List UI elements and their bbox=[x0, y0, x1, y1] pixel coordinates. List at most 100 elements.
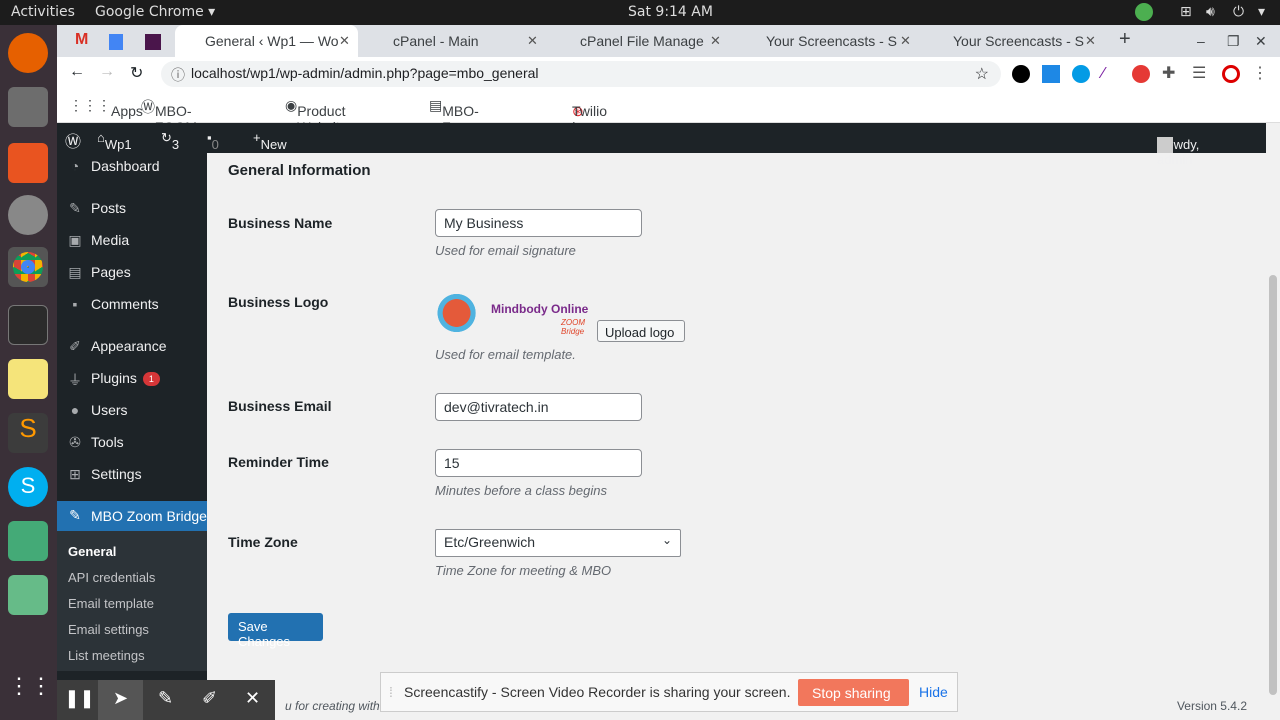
menu-appearance[interactable]: ✐ Appearance bbox=[57, 333, 207, 361]
submenu-list-meetings[interactable]: List meetings bbox=[68, 648, 145, 663]
tab-strip: M General ‹ Wp1 — Wo ✕ cPanel - Main ✕ cPa… bbox=[57, 25, 1280, 57]
info-icon[interactable]: ⓘ bbox=[171, 65, 185, 85]
time-zone-select[interactable]: Etc/Greenwich ⌄ bbox=[435, 529, 681, 557]
files-icon[interactable] bbox=[8, 87, 48, 127]
extension-icon[interactable] bbox=[1072, 65, 1090, 83]
close-tab-icon[interactable]: ✕ bbox=[339, 33, 350, 49]
tab-general[interactable]: General ‹ Wp1 — Wo ✕ bbox=[175, 25, 358, 57]
avatar bbox=[1157, 137, 1173, 153]
close-window-button[interactable]: ✕ bbox=[1255, 25, 1271, 57]
close-tab-icon[interactable]: ✕ bbox=[1085, 33, 1096, 49]
skype-icon[interactable]: S bbox=[8, 467, 48, 507]
menu-media[interactable]: ▣ Media bbox=[57, 227, 207, 255]
tab-screencasts-2[interactable]: Your Screencasts - S ✕ bbox=[929, 25, 1104, 57]
reminder-time-input[interactable] bbox=[435, 449, 642, 477]
show-apps-icon[interactable]: ⋮⋮⋮ bbox=[8, 673, 74, 713]
network-icon[interactable]: ⊞ bbox=[1180, 4, 1192, 20]
opera-extension-icon[interactable] bbox=[1222, 65, 1240, 83]
record-extension-icon[interactable] bbox=[1132, 65, 1150, 83]
bookmark-mbo-zoom[interactable]: Ⓦ MBO-ZOOM-P... bbox=[141, 97, 202, 151]
menu-posts[interactable]: ✎ Posts bbox=[57, 195, 207, 223]
status-check-icon[interactable] bbox=[1135, 3, 1153, 21]
clock[interactable]: Sat 9:14 AM bbox=[628, 4, 713, 20]
wordpress-logo-icon[interactable]: Ⓦ bbox=[65, 128, 81, 152]
comments-link[interactable]: ▪ 0 bbox=[207, 130, 219, 152]
menu-plugins[interactable]: ⏚ Plugins 1 bbox=[57, 365, 207, 393]
pen-extension-icon[interactable]: ∕ bbox=[1102, 65, 1120, 83]
drag-handle-icon[interactable]: ⁞ bbox=[389, 684, 393, 700]
submenu-api-credentials[interactable]: API credentials bbox=[68, 570, 155, 585]
submenu-email-template[interactable]: Email template bbox=[68, 596, 154, 611]
reminder-time-label: Reminder Time bbox=[228, 454, 329, 470]
new-tab-button[interactable]: + bbox=[1119, 25, 1139, 57]
save-changes-button[interactable]: Save Changes bbox=[228, 613, 323, 649]
hide-button[interactable]: Hide bbox=[919, 684, 948, 700]
system-menu-icon[interactable]: ▾ bbox=[1258, 4, 1265, 20]
tab-screencasts-1[interactable]: Your Screencasts - S ✕ bbox=[742, 25, 917, 57]
power-icon[interactable]: ⏻ bbox=[1233, 4, 1244, 20]
sublime-icon[interactable]: S bbox=[8, 413, 48, 453]
activities-button[interactable]: Activities bbox=[11, 4, 75, 20]
reading-list-icon[interactable]: ☰ bbox=[1192, 63, 1206, 83]
stop-sharing-button[interactable]: Stop sharing bbox=[798, 679, 909, 706]
tab-cpanel-file[interactable]: cPanel File Manage ✕ bbox=[552, 25, 727, 57]
close-tab-icon[interactable]: ✕ bbox=[527, 33, 538, 49]
new-content-link[interactable]: + New bbox=[253, 130, 287, 152]
extensions-puzzle-icon[interactable]: ✚ bbox=[1162, 63, 1175, 83]
main-content: General Information Business Name Used f… bbox=[207, 153, 1266, 720]
business-name-input[interactable] bbox=[435, 209, 642, 237]
app-menu[interactable]: Google Chrome ▾ bbox=[95, 4, 215, 20]
menu-mbo-zoom-bridge[interactable]: ✎ MBO Zoom Bridge bbox=[57, 501, 207, 531]
back-icon[interactable]: ← bbox=[69, 63, 85, 81]
tab-docs[interactable] bbox=[109, 25, 133, 57]
close-tab-icon[interactable]: ✕ bbox=[900, 33, 911, 49]
bookmark-product-website[interactable]: ◉ Product Website bbox=[285, 97, 348, 135]
business-logo-label: Business Logo bbox=[228, 294, 329, 310]
volume-icon[interactable]: 🔊︎ bbox=[1206, 4, 1215, 20]
bookmark-mbo-zoom-pl[interactable]: ▤ MBO-Zoom-Pl... bbox=[429, 97, 483, 151]
tab-gmail[interactable]: M bbox=[75, 25, 99, 57]
bookmark-apps[interactable]: ⋮⋮⋮ Apps bbox=[69, 97, 143, 119]
business-email-input[interactable] bbox=[435, 393, 642, 421]
submenu-email-settings[interactable]: Email settings bbox=[68, 622, 149, 637]
pause-icon[interactable]: ❚❚ bbox=[57, 680, 102, 720]
reload-icon[interactable]: ↻ bbox=[130, 63, 143, 83]
software-icon[interactable] bbox=[8, 143, 48, 183]
tab-cpanel-main[interactable]: cPanel - Main ✕ bbox=[367, 25, 542, 57]
upload-logo-button[interactable]: Upload logo bbox=[597, 320, 685, 342]
bookmark-star-icon[interactable]: ☆ bbox=[975, 64, 989, 84]
cursor-icon[interactable]: ➤ bbox=[98, 680, 143, 720]
menu-dashboard[interactable]: ◔ Dashboard bbox=[57, 153, 207, 181]
menu-users[interactable]: ● Users bbox=[57, 397, 207, 425]
section-title: General Information bbox=[228, 162, 371, 179]
chrome-menu-icon[interactable]: ⋮ bbox=[1252, 63, 1268, 83]
notes-icon[interactable] bbox=[8, 359, 48, 399]
close-tab-icon[interactable]: ✕ bbox=[710, 33, 721, 49]
chrome-icon[interactable] bbox=[8, 247, 48, 287]
menu-pages[interactable]: ▤ Pages bbox=[57, 259, 207, 287]
submenu-general[interactable]: General bbox=[68, 544, 116, 559]
forward-icon[interactable]: → bbox=[99, 63, 115, 81]
terminal-icon[interactable] bbox=[8, 305, 48, 345]
site-name-link[interactable]: ⌂ Wp1 bbox=[97, 130, 132, 152]
close-icon[interactable]: ✕ bbox=[230, 680, 275, 720]
menu-comments[interactable]: ▪ Comments bbox=[57, 291, 207, 319]
settings-app-icon[interactable] bbox=[8, 195, 48, 235]
calculator-icon[interactable] bbox=[8, 521, 48, 561]
minimize-button[interactable]: – bbox=[1197, 25, 1213, 57]
url-input[interactable]: ⓘ localhost/wp1/wp-admin/admin.php?page=m… bbox=[161, 61, 1001, 87]
menu-settings[interactable]: ⊞ Settings bbox=[57, 461, 207, 489]
scrollbar-thumb[interactable] bbox=[1269, 275, 1277, 695]
pen-icon[interactable]: ✎ bbox=[143, 680, 188, 720]
tab-slack[interactable] bbox=[145, 25, 169, 57]
chevron-down-icon: ⌄ bbox=[661, 533, 672, 547]
extension-icon[interactable] bbox=[1042, 65, 1060, 83]
firefox-icon[interactable] bbox=[8, 33, 48, 73]
highlighter-icon[interactable]: ✐ bbox=[187, 680, 232, 720]
extension-download-icon[interactable] bbox=[1012, 65, 1030, 83]
updates-link[interactable]: ↻ 3 bbox=[161, 130, 179, 152]
maximize-button[interactable]: ❐ bbox=[1227, 25, 1243, 57]
page-scrollbar[interactable] bbox=[1266, 123, 1280, 720]
menu-tools[interactable]: ✇ Tools bbox=[57, 429, 207, 457]
image-viewer-icon[interactable] bbox=[8, 575, 48, 615]
